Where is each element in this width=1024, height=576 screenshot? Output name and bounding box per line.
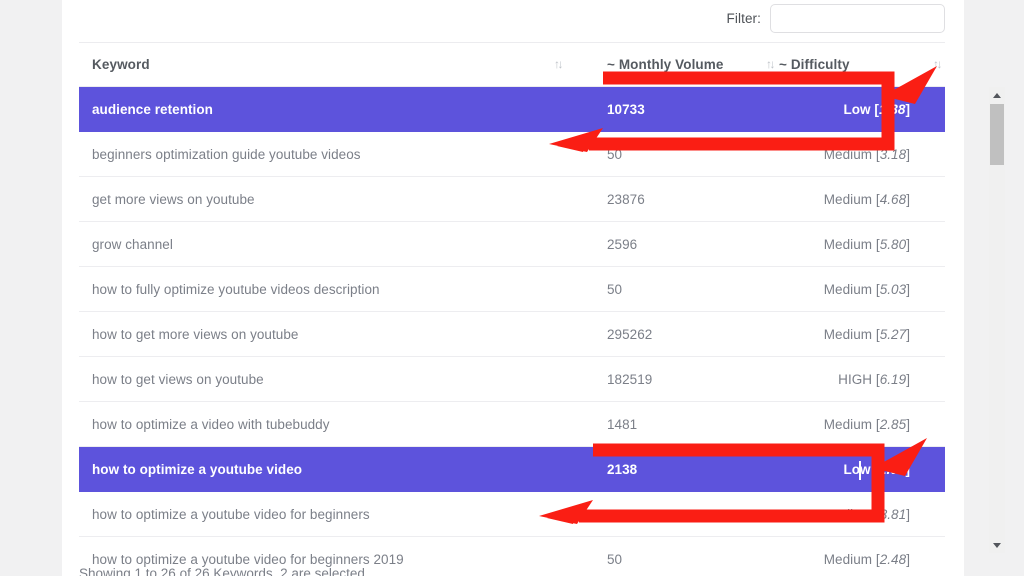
cell-difficulty: Medium [4.68]	[779, 177, 945, 222]
cell-keyword: how to optimize a youtube video	[79, 447, 569, 492]
difficulty-level: Low	[843, 462, 870, 477]
difficulty-score: 3.81	[880, 507, 906, 522]
cell-keyword: how to optimize a video with tubebuddy	[79, 402, 569, 447]
column-header-keyword-label: Keyword	[92, 57, 150, 72]
table-header: Keyword ↑↓ ~ Monthly Volume ↑↓ ~ Difficu…	[79, 43, 945, 87]
sort-updown-icon[interactable]: ↑↓	[933, 57, 940, 71]
table-footer-status: Showing 1 to 26 of 26 Keywords, 2 are se…	[79, 566, 369, 576]
table-row[interactable]: beginners optimization guide youtube vid…	[79, 132, 945, 177]
keyword-table: Keyword ↑↓ ~ Monthly Volume ↑↓ ~ Difficu…	[79, 42, 945, 576]
cell-difficulty: Medium [5.80]	[779, 222, 945, 267]
cell-difficulty: Low [2.07]	[779, 447, 945, 492]
cell-monthly-volume: 23876	[569, 177, 779, 222]
difficulty-score: 2.48	[880, 552, 906, 567]
cell-monthly-volume: 295262	[569, 312, 779, 357]
column-header-monthly-volume-label: ~ Monthly Volume	[607, 57, 723, 72]
difficulty-level: Medium	[824, 147, 872, 162]
cell-difficulty: Medium [3.81]	[779, 492, 945, 537]
table-row[interactable]: get more views on youtube23876Medium [4.…	[79, 177, 945, 222]
filter-input[interactable]	[770, 4, 945, 33]
difficulty-score: 2.07	[879, 462, 905, 477]
difficulty-score: 5.03	[880, 282, 906, 297]
table-row[interactable]: how to optimize a video with tubebuddy14…	[79, 402, 945, 447]
scrollbar-thumb[interactable]	[990, 104, 1004, 165]
table-row[interactable]: grow channel2596Medium [5.80]	[79, 222, 945, 267]
cell-monthly-volume: 50	[569, 132, 779, 177]
cell-monthly-volume: 10733	[569, 87, 779, 132]
difficulty-score: 3.18	[880, 147, 906, 162]
cell-difficulty: Medium [5.03]	[779, 267, 945, 312]
text-caret	[859, 461, 861, 480]
scroll-up-icon[interactable]	[989, 87, 1005, 103]
cell-difficulty: HIGH [6.19]	[779, 357, 945, 402]
difficulty-score: 4.68	[880, 192, 906, 207]
cell-difficulty: Medium [2.85]	[779, 402, 945, 447]
table-header-row: Keyword ↑↓ ~ Monthly Volume ↑↓ ~ Difficu…	[79, 43, 945, 87]
table-row[interactable]: how to fully optimize youtube videos des…	[79, 267, 945, 312]
difficulty-level: Medium	[824, 282, 872, 297]
cell-keyword: how to optimize a youtube video for begi…	[79, 492, 569, 537]
difficulty-score: 2.85	[880, 417, 906, 432]
cell-keyword: grow channel	[79, 222, 569, 267]
cell-difficulty: Medium [5.27]	[779, 312, 945, 357]
cell-difficulty: Medium [3.18]	[779, 132, 945, 177]
difficulty-score: 5.27	[880, 327, 906, 342]
cell-monthly-volume: 2596	[569, 222, 779, 267]
cell-keyword: audience retention	[79, 87, 569, 132]
cell-monthly-volume: 50	[569, 537, 779, 576]
cell-monthly-volume: 1930	[569, 492, 779, 537]
table-row[interactable]: how to get more views on youtube295262Me…	[79, 312, 945, 357]
column-header-keyword[interactable]: Keyword ↑↓	[79, 43, 569, 87]
difficulty-level: Medium	[824, 417, 872, 432]
difficulty-level: Medium	[824, 237, 872, 252]
cell-difficulty: Medium [2.48]	[779, 537, 945, 576]
cell-monthly-volume: 182519	[569, 357, 779, 402]
cell-keyword: get more views on youtube	[79, 177, 569, 222]
cell-keyword: how to get more views on youtube	[79, 312, 569, 357]
table-row[interactable]: how to get views on youtube182519HIGH [6…	[79, 357, 945, 402]
table-row[interactable]: how to optimize a youtube video2138Low […	[79, 447, 945, 492]
difficulty-level: HIGH	[838, 372, 872, 387]
scroll-down-icon[interactable]	[989, 537, 1005, 553]
table-row[interactable]: audience retention10733Low [1.38]	[79, 87, 945, 132]
sort-updown-icon[interactable]: ↑↓	[766, 57, 773, 71]
table-row[interactable]: how to optimize a youtube video for begi…	[79, 492, 945, 537]
content-card: Filter: Keyword ↑↓ ~ Monthly Volume ↑↓ ~…	[62, 0, 964, 576]
filter-row: Filter:	[62, 0, 964, 37]
column-header-monthly-volume[interactable]: ~ Monthly Volume ↑↓	[569, 43, 779, 87]
difficulty-score: 5.80	[880, 237, 906, 252]
difficulty-score: 6.19	[880, 372, 906, 387]
cell-monthly-volume: 50	[569, 267, 779, 312]
table-scrollbar[interactable]	[989, 87, 1005, 553]
column-header-difficulty-label: ~ Difficulty	[779, 57, 850, 72]
cell-keyword: beginners optimization guide youtube vid…	[79, 132, 569, 177]
cell-keyword: how to fully optimize youtube videos des…	[79, 267, 569, 312]
cell-difficulty: Low [1.38]	[779, 87, 945, 132]
column-header-difficulty[interactable]: ~ Difficulty ↑↓	[779, 43, 945, 87]
difficulty-level: Medium	[824, 507, 872, 522]
sort-updown-icon[interactable]: ↑↓	[554, 57, 561, 71]
table-body: audience retention10733Low [1.38]beginne…	[79, 87, 945, 576]
difficulty-level: Medium	[824, 327, 872, 342]
difficulty-score: 1.38	[879, 102, 905, 117]
filter-label: Filter:	[727, 11, 761, 26]
cell-monthly-volume: 2138	[569, 447, 779, 492]
cell-keyword: how to get views on youtube	[79, 357, 569, 402]
difficulty-level: Low	[843, 102, 870, 117]
difficulty-level: Medium	[824, 552, 872, 567]
keyword-table-container: Keyword ↑↓ ~ Monthly Volume ↑↓ ~ Difficu…	[79, 42, 945, 576]
difficulty-level: Medium	[824, 192, 872, 207]
cell-monthly-volume: 1481	[569, 402, 779, 447]
